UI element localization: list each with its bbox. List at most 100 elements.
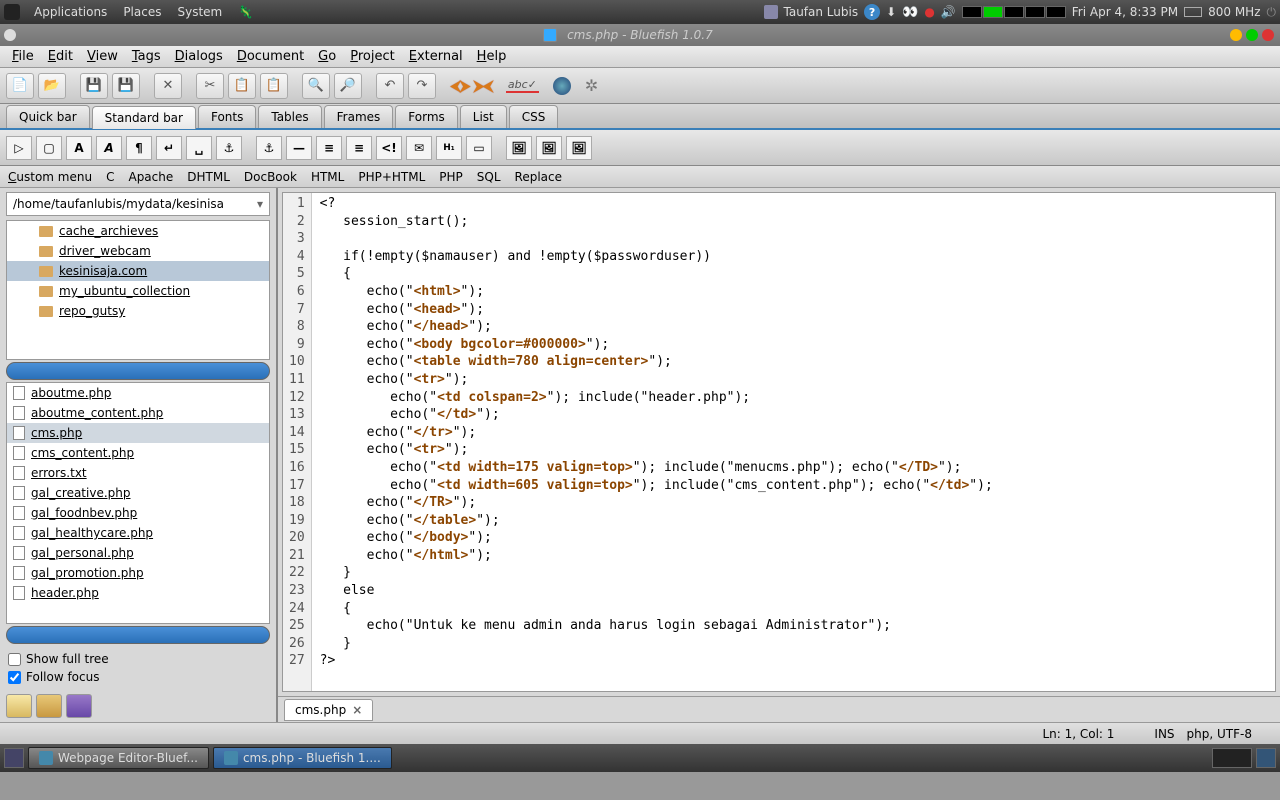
applications-menu[interactable]: Applications xyxy=(34,5,107,19)
tab-list[interactable]: List xyxy=(460,105,507,128)
menu-project[interactable]: Project xyxy=(344,47,401,66)
menu-dialogs[interactable]: Dialogs xyxy=(169,47,229,66)
folder-tree[interactable]: cache_archievesdriver_webcamkesinisaja.c… xyxy=(6,220,270,360)
custom-html[interactable]: HTML xyxy=(311,170,344,184)
taskbar-item[interactable]: Webpage Editor-Bluef... xyxy=(28,747,209,769)
tab-css[interactable]: CSS xyxy=(509,105,559,128)
new-file-button[interactable]: 📄 xyxy=(6,73,34,99)
system-menu[interactable]: System xyxy=(177,5,222,19)
file-item[interactable]: cms_content.php xyxy=(7,443,269,463)
folder-hscroll[interactable] xyxy=(6,362,270,380)
paste-button[interactable]: 📋 xyxy=(260,73,288,99)
cut-button[interactable]: ✂ xyxy=(196,73,224,99)
show-desktop-button[interactable] xyxy=(4,748,24,768)
file-hscroll[interactable] xyxy=(6,626,270,644)
close-tab-icon[interactable]: × xyxy=(352,703,362,717)
anchor-link-button[interactable]: ⚓ xyxy=(216,136,242,160)
taskbar-item[interactable]: cms.php - Bluefish 1.... xyxy=(213,747,392,769)
folder-item[interactable]: kesinisaja.com xyxy=(7,261,269,281)
workspace-switcher[interactable] xyxy=(1212,748,1252,768)
redo-button[interactable]: ↷ xyxy=(408,73,436,99)
file-item[interactable]: header.php xyxy=(7,583,269,603)
image-button[interactable]: 🖼 xyxy=(506,136,532,160)
file-item[interactable]: gal_healthycare.php xyxy=(7,523,269,543)
window-titlebar[interactable]: cms.php - Bluefish 1.0.7 xyxy=(0,24,1280,46)
undo-button[interactable]: ↶ xyxy=(376,73,404,99)
save-button[interactable]: 💾 xyxy=(80,73,108,99)
file-item[interactable]: aboutme.php xyxy=(7,383,269,403)
find-replace-button[interactable]: 🔎 xyxy=(334,73,362,99)
menu-view[interactable]: View xyxy=(81,47,124,66)
maximize-button[interactable] xyxy=(1246,29,1258,41)
font-button[interactable]: H₁ xyxy=(436,136,462,160)
menu-tags[interactable]: Tags xyxy=(126,47,167,66)
file-item[interactable]: gal_personal.php xyxy=(7,543,269,563)
menu-external[interactable]: External xyxy=(403,47,469,66)
sidebar-tab-bookmarks-icon[interactable] xyxy=(36,694,62,718)
menu-document[interactable]: Document xyxy=(231,47,310,66)
window-menu-icon[interactable] xyxy=(4,29,16,41)
launcher-icon[interactable]: 🦎 xyxy=(238,5,253,19)
menu-go[interactable]: Go xyxy=(312,47,342,66)
follow-focus-checkbox[interactable]: Follow focus xyxy=(8,668,268,686)
break-button[interactable]: ↵ xyxy=(156,136,182,160)
tab-frames[interactable]: Frames xyxy=(324,105,394,128)
custom-replace[interactable]: Replace xyxy=(515,170,562,184)
sidebar-tab-reference-icon[interactable] xyxy=(66,694,92,718)
custom-php[interactable]: PHP xyxy=(439,170,463,184)
show-full-tree-checkbox[interactable]: Show full tree xyxy=(8,650,268,668)
rightalign-button[interactable]: ≡ xyxy=(346,136,372,160)
menu-file[interactable]: File xyxy=(6,47,40,66)
basefont-button[interactable]: ▭ xyxy=(466,136,492,160)
power-icon[interactable]: ⏻ xyxy=(1267,5,1277,20)
preferences-button[interactable]: ✲ xyxy=(585,76,598,95)
file-item[interactable]: gal_promotion.php xyxy=(7,563,269,583)
italic-button[interactable]: A xyxy=(96,136,122,160)
code-editor[interactable]: 1234567891011121314151617181920212223242… xyxy=(282,192,1276,692)
quickstart-button[interactable]: ▷ xyxy=(6,136,32,160)
browser-preview-button[interactable] xyxy=(553,77,571,95)
close-button[interactable] xyxy=(1262,29,1274,41)
places-menu[interactable]: Places xyxy=(123,5,161,19)
tab-quick-bar[interactable]: Quick bar xyxy=(6,105,90,128)
menu-edit[interactable]: Edit xyxy=(42,47,79,66)
center-button[interactable]: ≡ xyxy=(316,136,342,160)
folder-item[interactable]: repo_gutsy xyxy=(7,301,269,321)
folder-item[interactable]: my_ubuntu_collection xyxy=(7,281,269,301)
file-item[interactable]: errors.txt xyxy=(7,463,269,483)
find-button[interactable]: 🔍 xyxy=(302,73,330,99)
tab-standard-bar[interactable]: Standard bar xyxy=(92,106,196,129)
paragraph-button[interactable]: ¶ xyxy=(126,136,152,160)
minimize-button[interactable] xyxy=(1230,29,1242,41)
folder-item[interactable]: driver_webcam xyxy=(7,241,269,261)
tab-forms[interactable]: Forms xyxy=(395,105,457,128)
custom-dhtml[interactable]: DHTML xyxy=(187,170,230,184)
folder-item[interactable]: cache_archieves xyxy=(7,221,269,241)
bold-button[interactable]: A xyxy=(66,136,92,160)
custom-apache[interactable]: Apache xyxy=(128,170,173,184)
file-item[interactable]: gal_creative.php xyxy=(7,483,269,503)
comment-button[interactable]: <! xyxy=(376,136,402,160)
custom-custom-menu[interactable]: Custom menu xyxy=(8,170,92,184)
apple-menu-icon[interactable] xyxy=(4,4,20,20)
tab-tables[interactable]: Tables xyxy=(258,105,321,128)
custom-sql[interactable]: SQL xyxy=(477,170,501,184)
path-selector[interactable]: /home/taufanlubis/mydata/kesinisa xyxy=(6,192,270,216)
spellcheck-button[interactable]: abc✓ xyxy=(506,78,539,93)
unindent-icon[interactable]: ⮞⮜ xyxy=(473,76,492,96)
hr-button[interactable]: — xyxy=(286,136,312,160)
close-file-button[interactable]: ✕ xyxy=(154,73,182,99)
file-item[interactable]: gal_foodnbev.php xyxy=(7,503,269,523)
record-icon[interactable]: ● xyxy=(924,5,934,19)
file-item[interactable]: cms.php xyxy=(7,423,269,443)
sidebar-tab-files-icon[interactable] xyxy=(6,694,32,718)
menu-help[interactable]: Help xyxy=(471,47,513,66)
email-button[interactable]: ✉ xyxy=(406,136,432,160)
update-icon[interactable]: ⬇ xyxy=(886,5,896,19)
thumbnail-button[interactable]: 🖼 xyxy=(536,136,562,160)
volume-icon[interactable]: 🔊 xyxy=(941,5,956,19)
body-button[interactable]: ▢ xyxy=(36,136,62,160)
anchor-button[interactable]: ⚓ xyxy=(256,136,282,160)
tab-fonts[interactable]: Fonts xyxy=(198,105,256,128)
nbsp-button[interactable]: ␣ xyxy=(186,136,212,160)
